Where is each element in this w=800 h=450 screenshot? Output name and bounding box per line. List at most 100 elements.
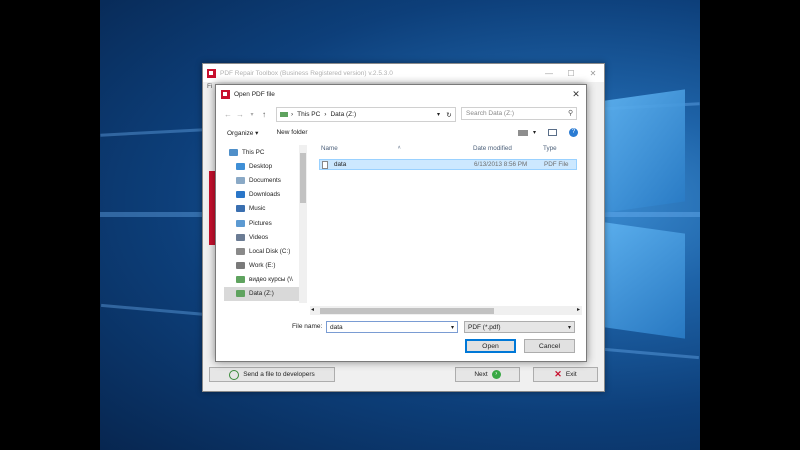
file-type: PDF File — [544, 161, 569, 168]
new-folder-button[interactable]: New folder — [276, 129, 307, 136]
file-row[interactable]: data 6/13/2013 8:56 PM PDF File — [319, 159, 577, 170]
main-window-title: PDF Repair Toolbox (Business Registered … — [220, 69, 393, 77]
sidebar-item[interactable]: Music — [224, 202, 307, 216]
mouse-cursor-icon — [408, 181, 420, 194]
scroll-right-icon[interactable]: ▸ — [577, 306, 580, 313]
organize-button[interactable]: Organize ▾ — [227, 129, 258, 137]
file-date: 6/13/2013 8:56 PM — [474, 161, 528, 168]
sidebar-item[interactable]: Pictures — [224, 216, 307, 230]
scrollbar-thumb[interactable] — [300, 153, 306, 203]
drive-icon — [236, 262, 245, 270]
back-arrow-icon[interactable]: ← — [222, 110, 234, 119]
sidebar-item[interactable]: Desktop — [224, 159, 307, 173]
send-icon — [229, 369, 240, 380]
chevron-down-icon[interactable]: ▾ — [451, 324, 454, 331]
view-options-icon[interactable] — [517, 129, 528, 136]
sidebar-item-label: Work (E:) — [249, 262, 276, 270]
column-date[interactable]: Date modified — [473, 145, 512, 152]
address-bar[interactable]: › This PC › Data (Z:) ▾ ↻ — [276, 107, 456, 122]
sidebar-item-label: Local Disk (C:) — [249, 247, 291, 255]
send-file-button[interactable]: Send a file to developers — [209, 367, 335, 382]
horizontal-scrollbar[interactable]: ◂ ▸ — [310, 306, 582, 315]
minimize-button[interactable]: — — [538, 69, 560, 78]
file-name-input[interactable]: data ▾ — [326, 321, 458, 333]
sidebar-item-label: Music — [249, 205, 266, 213]
column-name[interactable]: Name — [321, 145, 338, 152]
next-button[interactable]: Next › — [455, 367, 520, 382]
navigation-scrollbar[interactable] — [299, 145, 307, 303]
sidebar-item[interactable]: видео курсы (\\ — [224, 273, 307, 287]
close-button[interactable]: ✕ — [582, 69, 604, 78]
search-input[interactable]: Search Data (Z:) — [461, 107, 577, 120]
address-row: ← → ▾ ↑ › This PC › Data (Z:) ▾ ↻ Search… — [216, 105, 586, 123]
recent-dropdown-icon[interactable]: ▾ — [246, 111, 258, 118]
sidebar-item[interactable]: Data (Z:) — [224, 286, 307, 302]
pdf-file-icon — [322, 160, 328, 169]
dialog-title: Open PDF file — [234, 90, 275, 98]
sidebar-item[interactable]: This PC — [224, 145, 307, 159]
search-icon: ⚲ — [568, 110, 574, 117]
documents-icon — [236, 176, 245, 184]
computer-icon — [229, 148, 238, 156]
sidebar-item-label: This PC — [242, 148, 265, 156]
column-header-row: Name ˄ Date modified Type — [310, 141, 582, 155]
file-name-row: File name: data ▾ PDF (*.pdf) ▾ — [216, 321, 586, 335]
sidebar-item[interactable]: Videos — [224, 230, 307, 244]
file-name: data — [334, 161, 347, 168]
desktop-icon — [236, 162, 245, 170]
sidebar-item[interactable]: Documents — [224, 173, 307, 187]
sidebar-item[interactable]: Work (E:) — [224, 259, 307, 273]
scroll-left-icon[interactable]: ◂ — [311, 306, 314, 313]
open-button[interactable]: Open — [465, 339, 516, 353]
dialog-titlebar[interactable]: Open PDF file ✕ — [216, 85, 586, 103]
app-icon — [207, 68, 216, 78]
sidebar-item[interactable]: Local Disk (C:) — [224, 244, 307, 258]
menu-hint[interactable]: Fi — [207, 83, 212, 90]
maximize-button[interactable]: ☐ — [560, 69, 582, 78]
next-label: Next — [474, 371, 488, 378]
windows-logo-pane — [605, 222, 685, 339]
send-file-label: Send a file to developers — [243, 371, 315, 378]
file-name-label: File name: — [292, 323, 323, 330]
breadcrumb-chevron-icon: › — [324, 111, 327, 118]
file-type-select[interactable]: PDF (*.pdf) ▾ — [464, 321, 575, 333]
scrollbar-thumb[interactable] — [320, 307, 494, 314]
chevron-down-icon[interactable]: ▾ — [533, 129, 536, 136]
breadcrumb-chevron-icon: › — [291, 111, 294, 118]
breadcrumb-this-pc[interactable]: This PC — [297, 111, 320, 118]
file-type-value: PDF (*.pdf) — [468, 323, 501, 331]
sidebar-item-label: Videos — [249, 233, 269, 241]
breadcrumb-data-z[interactable]: Data (Z:) — [330, 111, 356, 118]
main-footer: Send a file to developers Next › ✕ Exit — [203, 361, 604, 391]
help-icon[interactable]: ? — [569, 128, 578, 137]
up-arrow-icon[interactable]: ↑ — [258, 110, 270, 119]
sidebar-item-label: Downloads — [249, 191, 281, 199]
column-type[interactable]: Type — [543, 145, 557, 152]
sidebar-item-label: Desktop — [249, 162, 273, 170]
forward-arrow-icon[interactable]: → — [234, 110, 246, 119]
chevron-down-icon[interactable]: ▾ — [568, 324, 571, 331]
network-drive-icon — [236, 276, 245, 284]
sidebar-item-label: Pictures — [249, 219, 272, 227]
cancel-button[interactable]: Cancel — [524, 339, 575, 353]
chevron-down-icon[interactable]: ▾ — [437, 111, 440, 118]
dialog-toolbar: Organize ▾ New folder ▾ ? — [216, 125, 586, 140]
preview-pane-icon[interactable] — [548, 129, 557, 136]
main-titlebar[interactable]: PDF Repair Toolbox (Business Registered … — [203, 64, 604, 82]
sidebar-item[interactable]: Downloads — [224, 188, 307, 202]
next-arrow-icon: › — [491, 370, 501, 379]
pictures-icon — [236, 219, 245, 227]
file-name-value: data — [330, 323, 343, 331]
videos-icon — [236, 233, 245, 241]
dialog-close-button[interactable]: ✕ — [566, 89, 586, 100]
sidebar-item-label: Documents — [249, 176, 281, 184]
sort-up-icon: ˄ — [397, 145, 401, 151]
refresh-icon[interactable]: ↻ — [443, 111, 455, 119]
dialog-app-icon — [221, 89, 230, 99]
drive-icon — [236, 247, 245, 255]
exit-button[interactable]: ✕ Exit — [533, 367, 598, 382]
music-icon — [236, 205, 245, 213]
open-file-dialog: Open PDF file ✕ ← → ▾ ↑ › This PC › Data… — [215, 84, 587, 362]
windows-logo-pane — [605, 89, 685, 213]
sidebar-item-label: видео курсы (\\ — [249, 276, 293, 284]
